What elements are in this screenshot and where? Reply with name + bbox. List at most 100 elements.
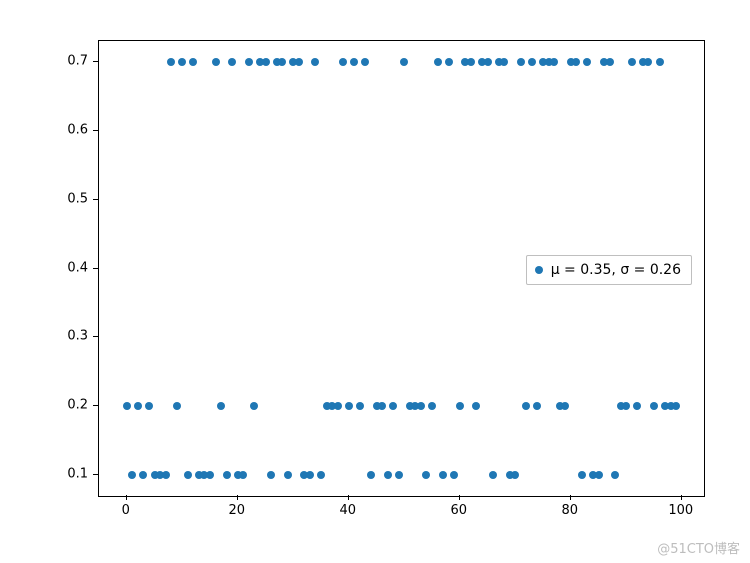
- scatter-point: [284, 471, 292, 479]
- legend-label: μ = 0.35, σ = 0.26: [551, 262, 681, 278]
- x-tick-label: 40: [339, 503, 356, 518]
- y-tick-label: 0.5: [67, 191, 88, 206]
- scatter-point: [389, 402, 397, 410]
- scatter-point: [139, 471, 147, 479]
- scatter-point: [395, 471, 403, 479]
- scatter-point: [228, 58, 236, 66]
- scatter-point: [134, 402, 142, 410]
- scatter-point: [445, 58, 453, 66]
- scatter-point: [123, 402, 131, 410]
- scatter-point: [517, 58, 525, 66]
- scatter-point: [561, 402, 569, 410]
- scatter-point: [650, 402, 658, 410]
- scatter-point: [167, 58, 175, 66]
- scatter-point: [173, 402, 181, 410]
- scatter-point: [644, 58, 652, 66]
- scatter-point: [628, 58, 636, 66]
- scatter-point: [578, 471, 586, 479]
- scatter-point: [489, 471, 497, 479]
- scatter-point: [500, 58, 508, 66]
- scatter-point: [306, 471, 314, 479]
- legend-marker-icon: [535, 266, 543, 274]
- scatter-point: [606, 58, 614, 66]
- y-tick: [93, 405, 98, 406]
- y-tick-label: 0.6: [67, 122, 88, 137]
- x-tick: [126, 495, 127, 500]
- scatter-point: [162, 471, 170, 479]
- scatter-point: [434, 58, 442, 66]
- x-tick-label: 100: [668, 503, 693, 518]
- y-tick-label: 0.7: [67, 53, 88, 68]
- y-tick-label: 0.2: [67, 398, 88, 413]
- scatter-point: [428, 402, 436, 410]
- y-tick: [93, 199, 98, 200]
- y-tick-label: 0.1: [67, 467, 88, 482]
- scatter-point: [378, 402, 386, 410]
- x-tick: [570, 495, 571, 500]
- scatter-point: [356, 402, 364, 410]
- scatter-point: [472, 402, 480, 410]
- scatter-point: [267, 471, 275, 479]
- scatter-point: [417, 402, 425, 410]
- watermark-text: @51CTO博客: [657, 542, 740, 557]
- y-tick: [93, 474, 98, 475]
- scatter-point: [528, 58, 536, 66]
- scatter-point: [178, 58, 186, 66]
- scatter-point: [206, 471, 214, 479]
- scatter-point: [384, 471, 392, 479]
- scatter-point: [550, 58, 558, 66]
- scatter-point: [511, 471, 519, 479]
- scatter-point: [345, 402, 353, 410]
- y-tick: [93, 130, 98, 131]
- scatter-point: [145, 402, 153, 410]
- scatter-point: [317, 471, 325, 479]
- scatter-point: [250, 402, 258, 410]
- scatter-point: [533, 402, 541, 410]
- scatter-point: [439, 471, 447, 479]
- scatter-point: [467, 58, 475, 66]
- y-tick: [93, 61, 98, 62]
- scatter-point: [239, 471, 247, 479]
- scatter-point: [189, 58, 197, 66]
- scatter-point: [450, 471, 458, 479]
- scatter-point: [339, 58, 347, 66]
- scatter-point: [672, 402, 680, 410]
- scatter-point: [223, 471, 231, 479]
- x-tick-label: 60: [450, 503, 467, 518]
- x-tick: [237, 495, 238, 500]
- figure: μ = 0.35, σ = 0.26 @51CTO博客 0 20 40 60 80 100…: [0, 0, 750, 563]
- x-tick: [681, 495, 682, 500]
- scatter-point: [583, 58, 591, 66]
- x-tick: [459, 495, 460, 500]
- scatter-point: [522, 402, 530, 410]
- scatter-point: [456, 402, 464, 410]
- scatter-point: [572, 58, 580, 66]
- y-tick: [93, 336, 98, 337]
- scatter-point: [311, 58, 319, 66]
- legend: μ = 0.35, σ = 0.26: [526, 255, 692, 285]
- scatter-point: [422, 471, 430, 479]
- x-tick-label: 80: [562, 503, 579, 518]
- y-tick-label: 0.3: [67, 329, 88, 344]
- watermark: @51CTO博客: [657, 538, 740, 557]
- scatter-point: [400, 58, 408, 66]
- x-tick: [348, 495, 349, 500]
- scatter-point: [595, 471, 603, 479]
- scatter-point: [361, 58, 369, 66]
- scatter-point: [128, 471, 136, 479]
- x-tick-label: 0: [122, 503, 130, 518]
- x-tick-label: 20: [228, 503, 245, 518]
- scatter-point: [622, 402, 630, 410]
- y-tick-label: 0.4: [67, 260, 88, 275]
- scatter-point: [245, 58, 253, 66]
- scatter-point: [656, 58, 664, 66]
- scatter-point: [217, 402, 225, 410]
- scatter-point: [611, 471, 619, 479]
- scatter-point: [295, 58, 303, 66]
- scatter-point: [262, 58, 270, 66]
- scatter-point: [334, 402, 342, 410]
- scatter-point: [212, 58, 220, 66]
- scatter-point: [278, 58, 286, 66]
- scatter-point: [367, 471, 375, 479]
- scatter-point: [633, 402, 641, 410]
